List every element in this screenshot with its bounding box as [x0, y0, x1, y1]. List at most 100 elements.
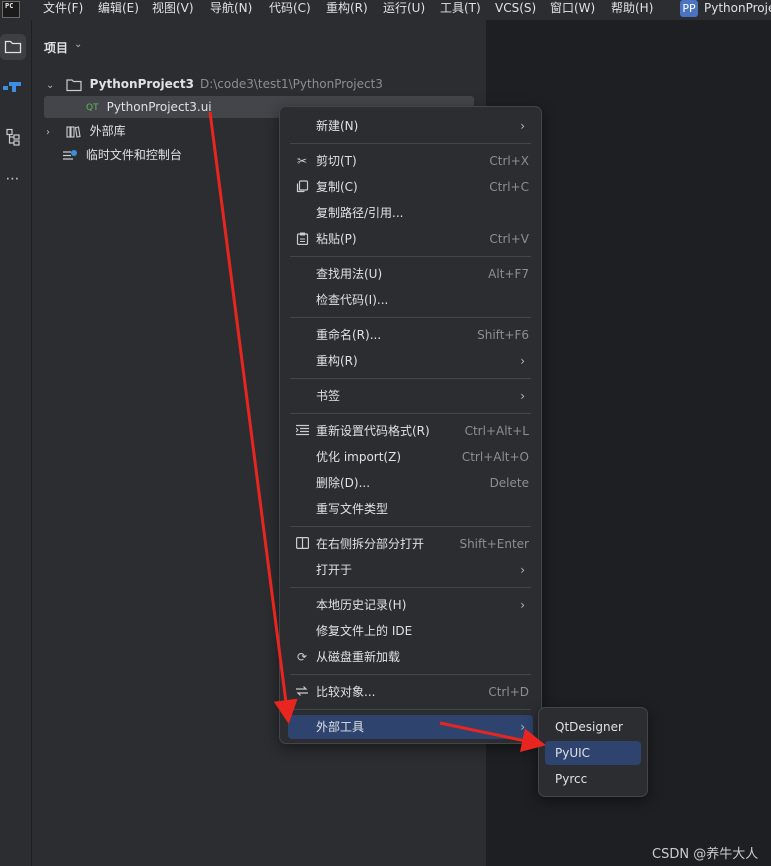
menu-item-label: 从磁盘重新加载 [316, 650, 401, 664]
menu-item-reload-from-disk[interactable]: ⟳ 从磁盘重新加载 [288, 645, 533, 669]
menu-item-label: 书签 [316, 389, 341, 403]
menu-item-label: 复制(C) [316, 180, 358, 194]
external-libraries-label: 外部库 [89, 124, 126, 138]
split-icon [295, 537, 309, 551]
scissors-icon: ✂ [296, 154, 308, 168]
menu-run[interactable]: 运行(U) [383, 0, 425, 20]
menu-edit[interactable]: 编辑(E) [98, 0, 139, 20]
menu-file[interactable]: 文件(F) [43, 0, 83, 20]
menu-item-label: 优化 import(Z) [316, 450, 402, 464]
menu-item-repair-ide[interactable]: 修复文件上的 IDE [288, 619, 533, 643]
menu-item-compare-with[interactable]: 比较对象... Ctrl+D [288, 680, 533, 704]
app-logo[interactable]: PC [2, 1, 20, 18]
clipboard-icon [295, 232, 309, 246]
menu-item-label: 比较对象... [316, 685, 376, 699]
scratches-label: 临时文件和控制台 [85, 148, 182, 162]
folder-icon [66, 78, 82, 91]
menu-tools[interactable]: 工具(T) [440, 0, 481, 20]
separator [290, 143, 531, 144]
menu-item-label: 剪切(T) [316, 154, 357, 168]
scratches-icon [63, 149, 77, 160]
menu-refactor[interactable]: 重构(R) [326, 0, 368, 20]
project-switcher[interactable]: PythonProje [704, 0, 771, 17]
shortcut-label: Delete [489, 476, 529, 490]
menu-item-label: 重命名(R)... [316, 328, 382, 342]
menu-window[interactable]: 窗口(W) [550, 0, 595, 20]
copy-icon [295, 180, 309, 194]
menu-item-bookmarks[interactable]: 书签 › [288, 384, 533, 408]
menu-view[interactable]: 视图(V) [152, 0, 194, 20]
plugin-icon[interactable] [0, 74, 26, 100]
submenu-item-pyrcc[interactable]: Pyrcc [545, 767, 641, 791]
external-tools-submenu: QtDesigner PyUIC Pyrcc [538, 707, 648, 797]
chevron-down-icon[interactable]: ⌄ [46, 75, 62, 97]
project-root-name: PythonProject3 [89, 77, 194, 91]
menu-item-local-history[interactable]: 本地历史记录(H) › [288, 593, 533, 617]
qt-file-icon: QT [86, 102, 99, 113]
menu-item-rename[interactable]: 重命名(R)... Shift+F6 [288, 323, 533, 347]
menu-item-label: 本地历史记录(H) [316, 598, 407, 612]
shortcut-label: Alt+F7 [488, 267, 529, 281]
folder-icon[interactable] [0, 34, 26, 60]
menu-item-find-usages[interactable]: 查找用法(U) Alt+F7 [288, 262, 533, 286]
menu-item-inspect-code[interactable]: 检查代码(I)... [288, 288, 533, 312]
menu-item-external-tools[interactable]: 外部工具 › [288, 715, 533, 739]
menu-help[interactable]: 帮助(H) [611, 0, 653, 20]
context-menu: 新建(N) › ✂ 剪切(T) Ctrl+X 复制(C) Ctrl+C 复制路径… [279, 106, 542, 744]
submenu-item-qtdesigner[interactable]: QtDesigner [545, 715, 641, 739]
shortcut-label: Ctrl+X [489, 154, 529, 168]
menu-vcs[interactable]: VCS(S) [495, 0, 536, 20]
menu-item-label: 粘贴(P) [316, 232, 357, 246]
tree-row-project-root[interactable]: ⌄ PythonProject3 D:\code3\test1\PythonPro… [46, 73, 383, 95]
structure-icon[interactable] [0, 124, 26, 150]
menu-item-paste[interactable]: 粘贴(P) Ctrl+V [288, 227, 533, 251]
separator [290, 587, 531, 588]
menu-item-copy-path[interactable]: 复制路径/引用... [288, 201, 533, 225]
tree-row-external-libraries[interactable]: › 外部库 [46, 120, 126, 142]
menu-bar: PC 文件(F) 编辑(E) 视图(V) 导航(N) 代码(C) 重构(R) 运… [0, 0, 771, 20]
menu-item-refactor[interactable]: 重构(R) › [288, 349, 533, 373]
compare-icon [295, 685, 309, 699]
chevron-right-icon: › [520, 354, 525, 368]
menu-item-delete[interactable]: 删除(D)... Delete [288, 471, 533, 495]
menu-item-label: 外部工具 [316, 720, 365, 734]
shortcut-label: Shift+F6 [477, 328, 529, 342]
separator [290, 256, 531, 257]
shortcut-label: Ctrl+C [489, 180, 529, 194]
chevron-right-icon: › [520, 598, 525, 612]
menu-item-open-in-right-split[interactable]: 在右侧拆分部分打开 Shift+Enter [288, 532, 533, 556]
shortcut-label: Ctrl+V [489, 232, 529, 246]
menu-navigate[interactable]: 导航(N) [210, 0, 252, 20]
menu-code[interactable]: 代码(C) [269, 0, 311, 20]
chevron-right-icon: › [520, 563, 525, 577]
project-badge[interactable]: PP [680, 0, 698, 17]
menu-item-override-file-type[interactable]: 重写文件类型 [288, 497, 533, 521]
menu-item-label: 删除(D)... [316, 476, 371, 490]
menu-item-label: 查找用法(U) [316, 267, 383, 281]
submenu-item-pyuic[interactable]: PyUIC [545, 741, 641, 765]
menu-item-new[interactable]: 新建(N) › [288, 114, 533, 138]
separator [290, 378, 531, 379]
menu-item-reformat-code[interactable]: 重新设置代码格式(R) Ctrl+Alt+L [288, 419, 533, 443]
menu-item-label: 检查代码(I)... [316, 293, 389, 307]
chevron-right-icon[interactable]: › [46, 122, 62, 144]
more-icon[interactable]: ⋯ [0, 166, 26, 192]
menu-item-label: 重写文件类型 [316, 502, 389, 516]
separator [290, 709, 531, 710]
menu-item-optimize-imports[interactable]: 优化 import(Z) Ctrl+Alt+O [288, 445, 533, 469]
shortcut-label: Ctrl+Alt+L [464, 424, 529, 438]
chevron-down-icon[interactable]: ⌄ [74, 39, 82, 50]
menu-item-label: 修复文件上的 IDE [316, 624, 413, 638]
shortcut-label: Ctrl+D [488, 685, 529, 699]
menu-item-label: 打开于 [316, 563, 353, 577]
chevron-right-icon: › [520, 119, 525, 133]
library-icon [66, 125, 81, 138]
menu-item-copy[interactable]: 复制(C) Ctrl+C [288, 175, 533, 199]
tree-row-scratches[interactable]: 临时文件和控制台 [62, 144, 182, 166]
separator [290, 413, 531, 414]
menu-item-cut[interactable]: ✂ 剪切(T) Ctrl+X [288, 149, 533, 173]
separator [290, 317, 531, 318]
panel-title[interactable]: 项目 [44, 39, 68, 56]
menu-item-label: 新建(N) [316, 119, 359, 133]
menu-item-open-in[interactable]: 打开于 › [288, 558, 533, 582]
